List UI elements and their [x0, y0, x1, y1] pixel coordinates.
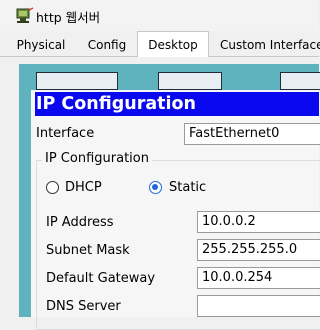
dns-server-label: DNS Server: [46, 299, 121, 314]
tab-physical[interactable]: Physical: [9, 34, 73, 56]
tab-config[interactable]: Config: [80, 34, 134, 56]
default-gateway-label: Default Gateway: [46, 271, 156, 286]
interface-select[interactable]: FastEthernet0: [184, 123, 320, 145]
tab-custom-interface[interactable]: Custom Interface: [215, 34, 320, 56]
dhcp-radio[interactable]: [46, 181, 59, 194]
ip-address-label: IP Address: [46, 215, 114, 230]
router-pc-icon: [16, 7, 34, 23]
ip-address-field[interactable]: 10.0.0.2: [197, 211, 320, 233]
desktop-app-icon[interactable]: [36, 72, 118, 90]
subnet-mask-field[interactable]: 255.255.255.0: [197, 239, 320, 261]
tab-desktop[interactable]: Desktop: [137, 31, 209, 58]
window-titlebar: http 웹서버: [0, 0, 319, 31]
dhcp-label: DHCP: [65, 180, 102, 195]
ip-config-group-label: IP Configuration: [42, 151, 152, 166]
desktop-app-icon[interactable]: [158, 72, 222, 90]
interface-label: Interface: [36, 126, 95, 141]
ip-config-title: IP Configuration: [35, 92, 319, 116]
static-radio[interactable]: [149, 181, 162, 194]
window-title: http 웹서버: [36, 10, 101, 25]
subnet-mask-label: Subnet Mask: [46, 243, 130, 258]
dns-server-field[interactable]: [197, 295, 320, 317]
default-gateway-field[interactable]: 10.0.0.254: [197, 267, 320, 289]
tab-bar: Physical Config Desktop Custom Interface: [0, 31, 320, 58]
desktop-app-icon[interactable]: [280, 72, 320, 90]
static-label: Static: [169, 180, 207, 195]
